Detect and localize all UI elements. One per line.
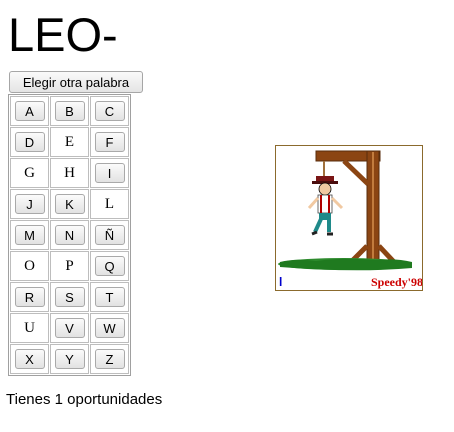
letter-button[interactable]: T [94, 287, 125, 307]
letter-button[interactable]: D [14, 132, 45, 152]
new-word-button[interactable]: Elegir otra palabra [9, 71, 143, 93]
guessed-word: LEO- [8, 8, 118, 61]
letter-button[interactable]: R [14, 287, 45, 307]
letter-cell: J [10, 189, 49, 219]
used-letter: P [65, 257, 74, 274]
letter-cell: W [90, 313, 129, 343]
corner-mark: l [279, 275, 282, 289]
used-letter: G [24, 164, 35, 181]
letter-button[interactable]: J [14, 194, 45, 214]
letter-row: XYZ [10, 344, 129, 374]
letter-button[interactable]: M [14, 225, 45, 245]
letter-cell: B [50, 96, 89, 126]
letter-button[interactable]: Z [94, 349, 125, 369]
letter-cell: F [90, 127, 129, 157]
letter-cell: K [50, 189, 89, 219]
letter-button[interactable]: A [14, 101, 45, 121]
letter-button[interactable]: F [94, 132, 125, 152]
letter-row: RST [10, 282, 129, 312]
letter-button[interactable]: C [94, 101, 125, 121]
letter-cell: E [50, 127, 89, 157]
letter-cell: X [10, 344, 49, 374]
letter-row: U VW [10, 313, 129, 343]
letter-cell: Y [50, 344, 89, 374]
letter-button[interactable]: S [54, 287, 85, 307]
letter-row: D E F [10, 127, 129, 157]
letter-cell: D [10, 127, 49, 157]
letter-cell: Ñ [90, 220, 129, 250]
letter-button[interactable]: B [54, 101, 85, 121]
letter-button[interactable]: V [54, 318, 85, 338]
letter-button[interactable]: N [54, 225, 85, 245]
letter-cell: U [10, 313, 49, 343]
letter-cell: M [10, 220, 49, 250]
letter-cell: I [90, 158, 129, 188]
letter-row: O P Q [10, 251, 129, 281]
letter-cell: O [10, 251, 49, 281]
letter-cell: C [90, 96, 129, 126]
hangman-image: l Speedy'98 [275, 145, 423, 291]
letter-cell: R [10, 282, 49, 312]
letter-cell: L [90, 189, 129, 219]
letter-cell: A [10, 96, 49, 126]
letter-row: ABC [10, 96, 129, 126]
remaining-chances: Tienes 1 oportunidades [6, 391, 163, 408]
letter-button[interactable]: Q [94, 256, 125, 276]
used-letter: L [104, 195, 115, 212]
hangman-drawing: l Speedy'98 [278, 150, 423, 289]
letter-cell: N [50, 220, 89, 250]
letter-cell: V [50, 313, 89, 343]
letter-row: MNÑ [10, 220, 129, 250]
letter-row: G H I [10, 158, 129, 188]
letter-button[interactable]: W [94, 318, 125, 338]
letter-grid: ABC D E F G H I JK L MNÑ O P Q RST U VW XYZ [8, 94, 131, 376]
letter-cell: P [50, 251, 89, 281]
letter-button[interactable]: Ñ [94, 225, 125, 245]
letter-button[interactable]: X [14, 349, 45, 369]
letter-cell: Z [90, 344, 129, 374]
letter-cell: T [90, 282, 129, 312]
letter-cell: Q [90, 251, 129, 281]
letter-button[interactable]: Y [54, 349, 85, 369]
letter-cell: G [10, 158, 49, 188]
letter-cell: S [50, 282, 89, 312]
gallows-brace [342, 159, 370, 186]
signature: Speedy'98 [371, 275, 422, 289]
used-letter: H [64, 164, 75, 181]
letter-button[interactable]: K [54, 194, 85, 214]
letter-row: JK L [10, 189, 129, 219]
used-letter: U [24, 319, 35, 336]
used-letter: E [64, 133, 75, 150]
letter-cell: H [50, 158, 89, 188]
used-letter: O [24, 257, 35, 274]
letter-button[interactable]: I [94, 163, 125, 183]
